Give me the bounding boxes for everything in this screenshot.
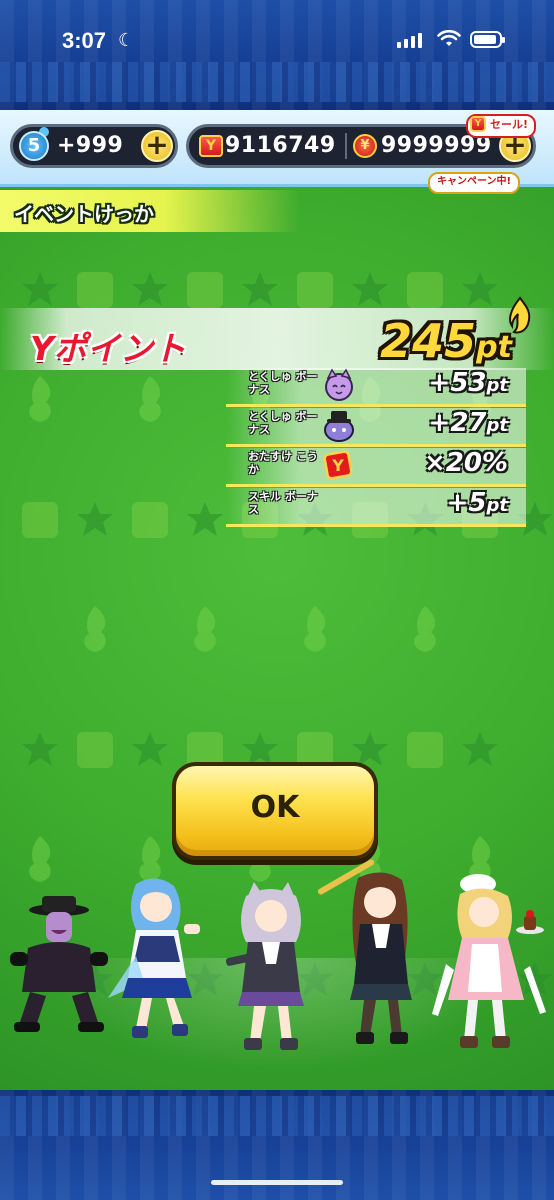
home-indicator[interactable] <box>211 1180 343 1185</box>
svg-text:Y: Y <box>331 456 344 475</box>
game-area: 5 +999 + Y 9116749 ¥ 9999999 + Y セール! キャ… <box>0 110 554 1090</box>
blue-hair-idol-character <box>108 878 200 1038</box>
campaign-badge: キャンペーン中! <box>428 172 521 194</box>
sale-label: セール! <box>490 118 529 131</box>
signal-icon <box>397 33 422 48</box>
page-title: イベントけっか <box>14 202 154 226</box>
ycoin-ticket-icon: Y <box>323 450 353 480</box>
ycoin-count: 9116749 <box>225 133 336 158</box>
purple-cat-yokai-icon <box>325 368 353 401</box>
battery-icon <box>470 31 505 48</box>
bonus-value: +27pt <box>428 408 508 438</box>
bonus-label: スキル ボーナス <box>248 490 318 516</box>
add-stamina-button[interactable]: + <box>141 130 173 162</box>
title-strip: イベントけっか <box>0 190 300 232</box>
stamina-pill: 5 +999 + <box>10 124 178 168</box>
brown-hair-flute-character <box>317 859 412 1044</box>
currency-bar: 5 +999 + Y 9116749 ¥ 9999999 + Y セール! キャ… <box>0 110 554 194</box>
stamina-count: +999 <box>57 133 124 158</box>
bonus-label: とくしゅ ボーナス <box>248 410 318 436</box>
hat-villain-character <box>10 896 108 1032</box>
chef-idol-character <box>432 874 546 1048</box>
moon-icon: ☾ <box>118 30 135 51</box>
bonus-label: おたすけ こうか <box>248 450 318 476</box>
sale-badge[interactable]: Y セール! <box>466 114 537 138</box>
bonus-value: +5pt <box>446 488 508 518</box>
ypoint-value: 245pt <box>380 314 512 368</box>
wifi-icon <box>437 30 461 46</box>
bonus-label: とくしゅ ボーナス <box>248 370 318 396</box>
ycoin-icon: Y <box>199 135 223 157</box>
bonus-row: おたすけ こうか Y ×20% <box>226 448 526 487</box>
ok-button[interactable]: OK <box>172 762 378 860</box>
bonus-row: スキル ボーナス +5pt <box>226 488 526 527</box>
bonus-row: とくしゅ ボーナス +53pt <box>226 368 526 407</box>
ycoin-mini-icon: Y <box>470 116 486 132</box>
money-icon: ¥ <box>353 134 377 158</box>
bonus-value: +53pt <box>428 368 508 398</box>
status-time: 3:07 <box>62 28 107 53</box>
status-bar: 3:07 ☾ <box>0 0 554 80</box>
bonus-row: とくしゅ ボーナス +27pt <box>226 408 526 447</box>
cat-ear-idol-character <box>225 882 304 1050</box>
ok-label: OK <box>250 790 300 825</box>
bonus-value: ×20% <box>423 448 508 478</box>
ypoint-label: Yポイント <box>30 329 186 368</box>
level-badge: 5 <box>19 131 49 161</box>
purple-hat-yokai-icon <box>324 411 354 442</box>
